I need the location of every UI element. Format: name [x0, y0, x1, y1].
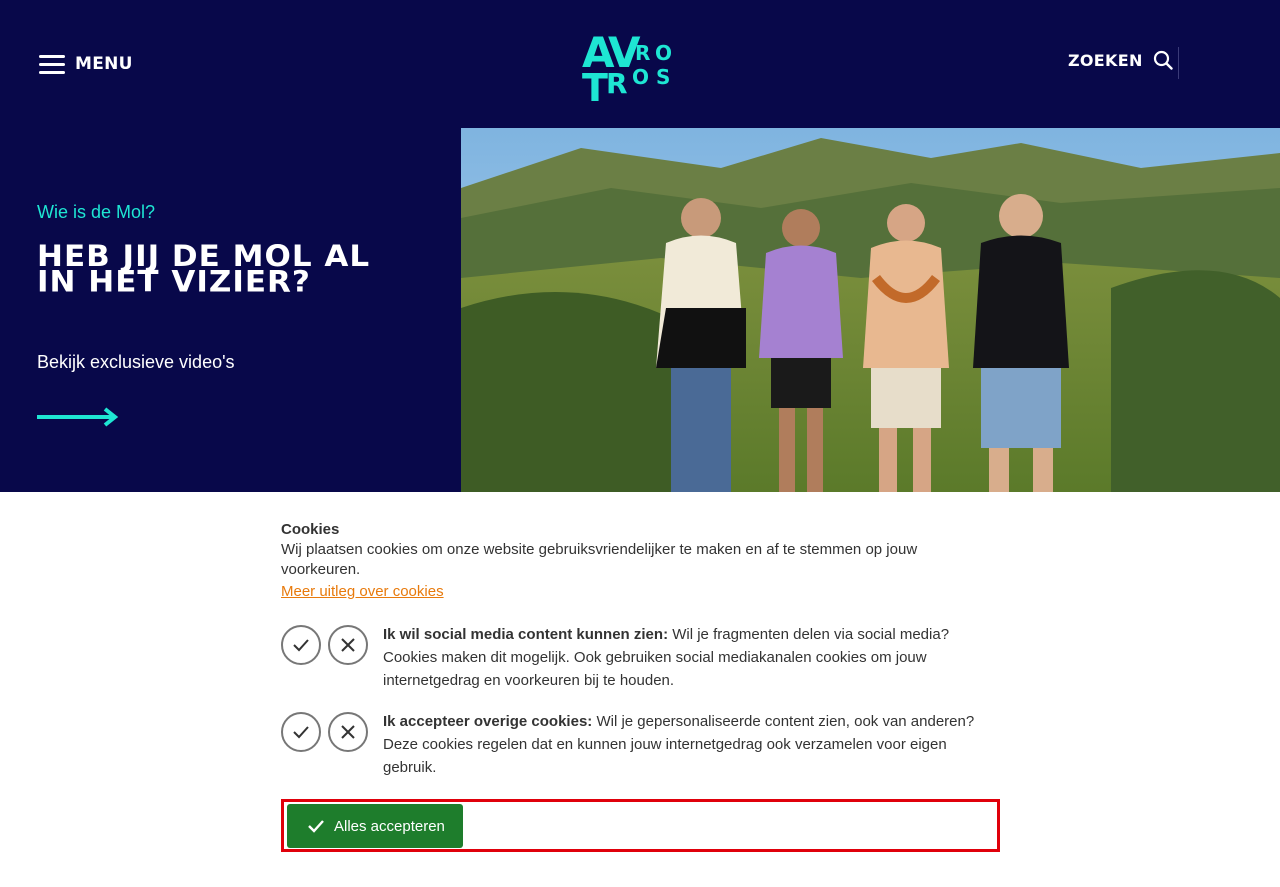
hero-banner: Wie is de Mol? HEB JIJ DE MOL AL IN HET … — [0, 128, 1280, 492]
menu-button[interactable]: MENU — [39, 53, 133, 75]
pref-other-buttons — [281, 712, 375, 752]
hero-photo[interactable] — [461, 128, 1280, 492]
svg-text:R: R — [635, 41, 650, 65]
svg-text:O: O — [632, 65, 649, 89]
avrotros-logo[interactable]: A V R O T R O S — [580, 27, 682, 103]
pref-social-text: Ik wil social media content kunnen zien:… — [383, 623, 993, 692]
cookie-title: Cookies — [281, 521, 340, 538]
site-header: MENU A V R O T R O S ZOEKEN — [0, 0, 1280, 128]
hero-title[interactable]: HEB JIJ DE MOL AL IN HET VIZIER? — [37, 242, 417, 297]
search-button[interactable]: ZOEKEN — [1068, 50, 1173, 70]
check-icon — [293, 639, 309, 652]
accept-all-button[interactable]: Alles accepteren — [287, 804, 463, 848]
cookie-intro: Wij plaatsen cookies om onze website geb… — [281, 541, 918, 578]
svg-text:T: T — [582, 66, 608, 103]
close-icon — [341, 638, 355, 652]
cookie-banner: Cookies Wij plaatsen cookies om onze web… — [281, 520, 1001, 776]
svg-text:O: O — [655, 41, 672, 65]
svg-text:S: S — [656, 65, 670, 89]
close-icon — [341, 725, 355, 739]
accept-social-button[interactable] — [281, 625, 321, 665]
pref-other-heading: Ik accepteer overige cookies: — [383, 713, 593, 730]
check-icon — [308, 820, 324, 833]
accept-highlight-frame: Alles accepteren — [281, 799, 1000, 852]
accept-all-label: Alles accepteren — [334, 817, 445, 835]
hamburger-icon — [39, 53, 65, 75]
accept-other-button[interactable] — [281, 712, 321, 752]
hero-description: Bekijk exclusieve video's — [37, 352, 235, 372]
check-icon — [293, 726, 309, 739]
search-label: ZOEKEN — [1068, 50, 1143, 70]
pref-social-heading: Ik wil social media content kunnen zien: — [383, 626, 669, 643]
menu-label: MENU — [75, 54, 133, 74]
arrow-right-icon[interactable] — [37, 406, 121, 428]
svg-text:R: R — [606, 67, 628, 100]
reject-other-button[interactable] — [328, 712, 368, 752]
cookie-info-link[interactable]: Meer uitleg over cookies — [281, 583, 444, 600]
hero-subtitle[interactable]: Wie is de Mol? — [37, 202, 155, 223]
search-icon — [1153, 50, 1173, 70]
header-divider — [1178, 47, 1179, 79]
pref-other-text: Ik accepteer overige cookies: Wil je gep… — [383, 710, 993, 779]
reject-social-button[interactable] — [328, 625, 368, 665]
pref-social-buttons — [281, 625, 375, 665]
